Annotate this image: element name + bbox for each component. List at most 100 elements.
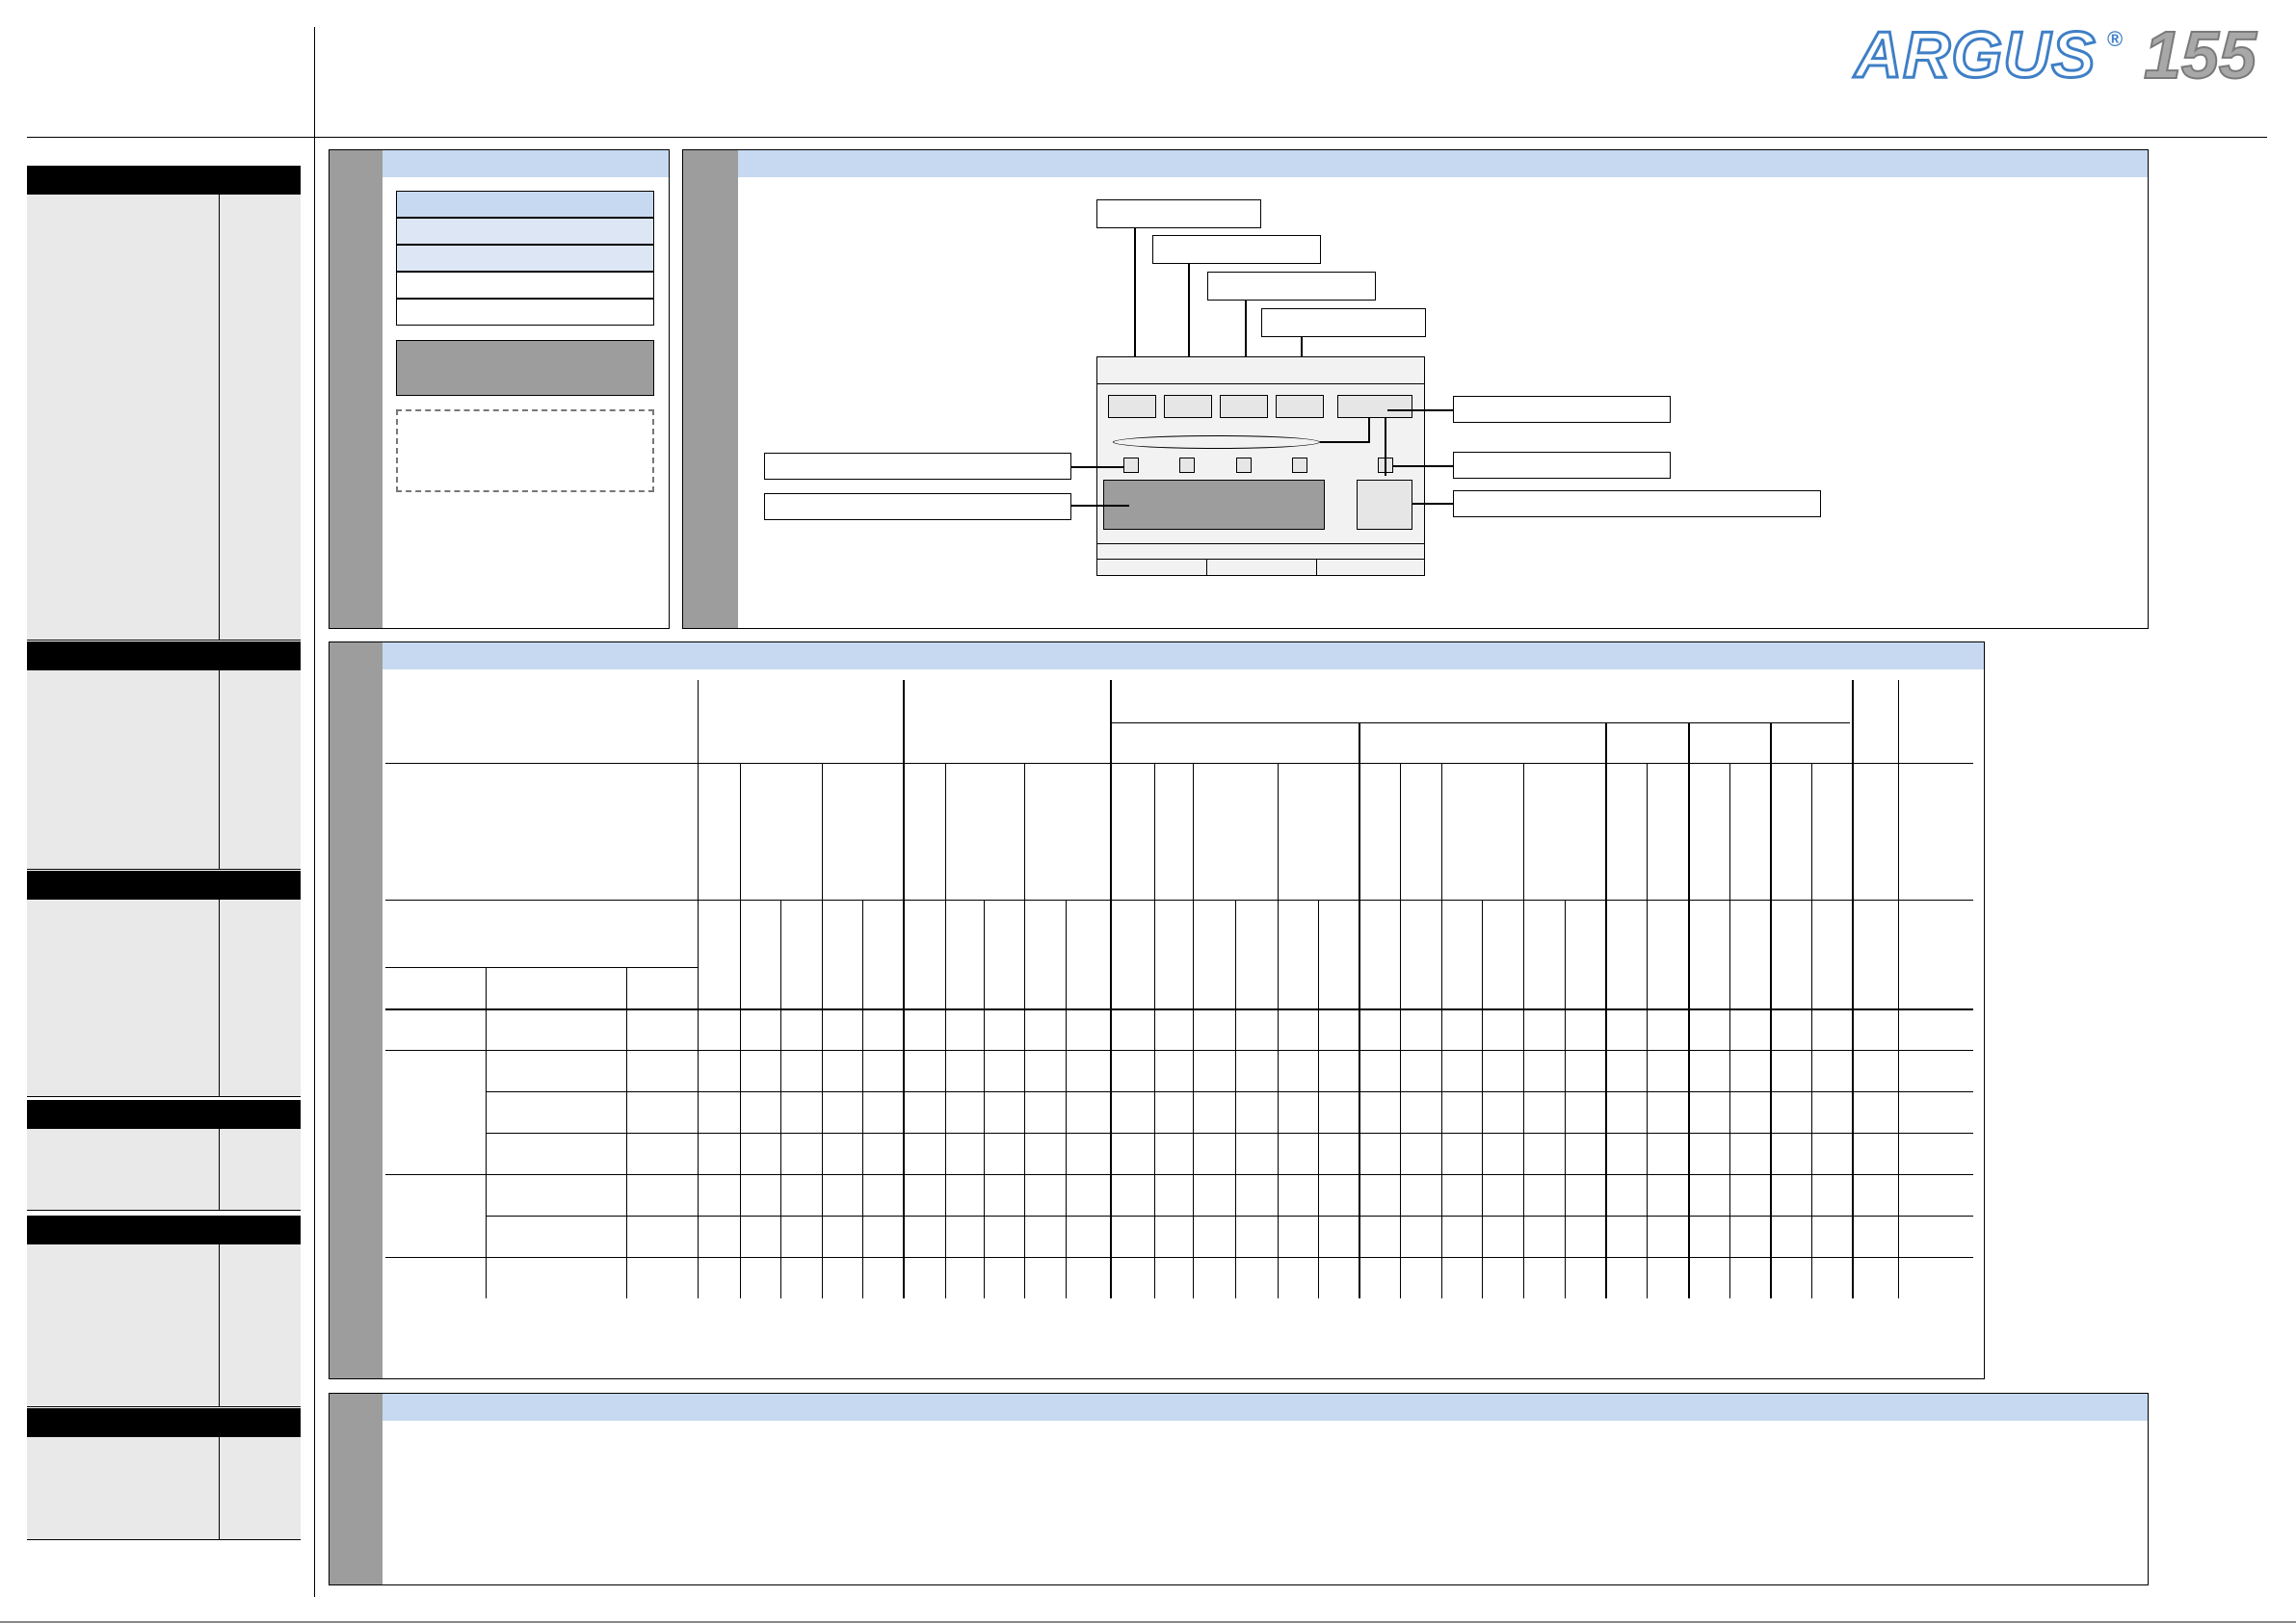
index-row[interactable] [27,1244,301,1272]
matrix-row-rule [486,1216,1973,1217]
matrix-col-rule [984,900,985,1298]
index-row[interactable] [27,1156,301,1184]
index-page-cell [219,1129,301,1156]
matrix-panel-header [383,642,1984,669]
index-row[interactable] [27,399,301,427]
legend-swatch-gray [396,340,654,396]
matrix-col-rule [1024,763,1025,1298]
index-row[interactable] [27,607,301,641]
device-port-2 [1164,395,1212,418]
matrix-row-rule [385,967,698,968]
leader-line [1368,418,1370,442]
index-row[interactable] [27,1021,301,1049]
index-row[interactable] [27,744,301,789]
index-row[interactable] [27,553,301,581]
index-row[interactable] [27,1298,301,1326]
index-row[interactable] [27,249,301,276]
index-page-cell [219,553,301,580]
index-row[interactable] [27,580,301,608]
matrix-table [385,680,1973,1298]
index-row[interactable] [27,815,301,843]
diagram-panel-header [738,150,2148,177]
index-page-cell [219,399,301,426]
matrix-col-rule [1235,900,1236,1298]
index-page-cell [219,1379,301,1406]
index-page-cell [219,744,301,788]
index-page-cell [219,788,301,815]
index-page-cell [219,607,301,640]
logo-registered-mark: ® [2107,27,2124,51]
matrix-col-rule [862,900,863,1298]
device-bottom-band [1096,543,1425,544]
index-row[interactable] [27,453,301,481]
index-row[interactable] [27,1512,301,1540]
leader-line [1412,503,1453,505]
index-page-cell [219,580,301,607]
index-page-cell [219,1271,301,1298]
index-page-cell [219,1352,301,1379]
matrix-col-rule [1898,680,1899,1298]
index-row[interactable] [27,426,301,454]
index-group-header [27,1408,301,1437]
index-row[interactable] [27,1129,301,1157]
index-row[interactable] [27,1437,301,1486]
index-group-header [27,166,301,195]
index-row[interactable] [27,1271,301,1299]
legend-swatch-light-blue [396,245,654,272]
index-row[interactable] [27,788,301,816]
index-row[interactable] [27,1325,301,1353]
index-row[interactable] [27,195,301,223]
matrix-row-rule [1112,722,1850,723]
logo-model-number: 155 [2143,17,2257,92]
device-port-1 [1108,395,1156,418]
index-row[interactable] [27,1183,301,1211]
matrix-col-rule [740,763,741,1298]
matrix-row-rule [385,900,1973,901]
index-row[interactable] [27,372,301,400]
matrix-row-rule [486,1133,1973,1134]
callout-port-2 [1152,235,1321,264]
device-display [1103,480,1325,530]
index-row[interactable] [27,480,301,508]
index-row[interactable] [27,842,301,870]
callout-right-3 [1453,490,1821,517]
index-row[interactable] [27,670,301,698]
index-row[interactable] [27,1379,301,1407]
matrix-col-rule [1565,900,1566,1298]
index-row[interactable] [27,1048,301,1097]
matrix-col-rule [1647,763,1648,1298]
matrix-col-rule [486,967,487,1298]
index-page-cell [219,925,301,994]
index-page-cell [219,1298,301,1325]
device-footer-divider [1206,559,1207,576]
device-bracket-ellipse [1113,435,1320,449]
matrix-group-rule [1359,722,1360,1298]
header-rule [27,137,2267,138]
matrix-group-rule [903,680,905,1298]
matrix-col-rule [1523,763,1524,1298]
legend-swatch-dashed [396,409,654,492]
index-page-cell [219,994,301,1021]
legend-swatch-blue [396,191,654,218]
callout-left-2 [764,493,1071,520]
callout-right-1 [1453,396,1671,423]
index-row[interactable] [27,222,301,249]
callout-port-1 [1096,199,1261,228]
device-footer-divider [1316,559,1317,576]
index-row[interactable] [27,925,301,995]
index-row[interactable] [27,1485,301,1513]
index-row[interactable] [27,1352,301,1380]
index-row[interactable] [27,275,301,373]
index-page-cell [219,842,301,869]
index-row[interactable] [27,697,301,745]
index-page-cell [219,372,301,399]
index-row[interactable] [27,900,301,926]
matrix-row-rule [385,1050,1973,1051]
index-page-cell [219,815,301,842]
matrix-col-rule [1441,763,1442,1298]
device-keypad [1357,480,1412,530]
index-row[interactable] [27,994,301,1022]
device-led-3 [1236,458,1252,473]
matrix-col-rule [945,763,946,1298]
index-row[interactable] [27,507,301,554]
